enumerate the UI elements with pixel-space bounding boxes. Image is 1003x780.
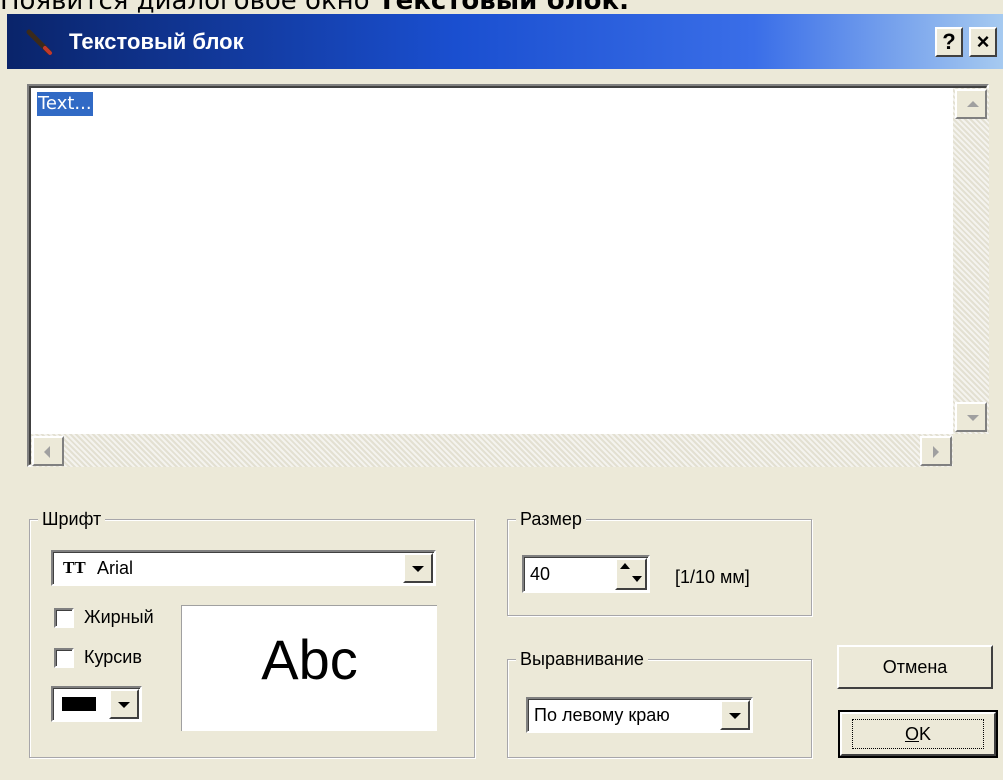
font-dropdown-button[interactable] <box>403 553 433 583</box>
down-arrow-icon <box>967 415 979 421</box>
text-editor[interactable]: Text... <box>27 84 989 467</box>
editor-selected-text[interactable]: Text... <box>37 92 93 116</box>
window-title: Текстовый блок <box>69 29 244 54</box>
cancel-button[interactable]: Отмена <box>837 645 993 689</box>
size-unit-label: [1/10 мм] <box>675 567 750 587</box>
scroll-up-button[interactable] <box>955 89 987 119</box>
scroll-right-button[interactable] <box>920 436 952 466</box>
scroll-down-button[interactable] <box>955 402 987 432</box>
spin-down-icon[interactable] <box>632 576 642 582</box>
vertical-scrollbar[interactable] <box>953 88 989 434</box>
focus-rect <box>852 719 984 749</box>
size-input[interactable]: 40 <box>530 558 550 590</box>
bold-label[interactable]: Жирный <box>84 606 154 628</box>
spin-up-icon[interactable] <box>620 563 630 569</box>
color-select[interactable] <box>51 686 142 722</box>
alignment-dropdown-button[interactable] <box>720 700 750 730</box>
text-editor-content[interactable]: Text... <box>31 88 953 434</box>
preview-text: Abc <box>261 628 358 691</box>
help-button[interactable]: ? <box>935 27 963 57</box>
close-button[interactable]: × <box>969 27 997 57</box>
alignment-select-value: По левому краю <box>534 705 670 725</box>
font-select[interactable]: TT Arial <box>51 550 436 586</box>
title-bar[interactable]: Текстовый блок ? × <box>7 14 1003 69</box>
left-arrow-icon <box>44 446 50 458</box>
scrollbar-corner <box>953 434 989 467</box>
right-arrow-icon <box>933 446 939 458</box>
italic-checkbox[interactable] <box>54 648 74 668</box>
pencil-icon <box>26 29 52 55</box>
font-select-value: Arial <box>97 558 134 578</box>
size-group-label: Размер <box>516 508 586 530</box>
horizontal-scrollbar[interactable] <box>31 434 953 467</box>
truetype-font-icon: TT <box>63 558 86 577</box>
alignment-select[interactable]: По левому краю <box>526 697 753 733</box>
chevron-down-icon <box>118 702 130 708</box>
size-spinner[interactable]: 40 <box>522 555 650 593</box>
color-swatch <box>62 697 96 711</box>
font-group-label: Шрифт <box>38 508 106 530</box>
scroll-left-button[interactable] <box>32 436 64 466</box>
italic-label[interactable]: Курсив <box>84 646 142 668</box>
spinner-buttons[interactable] <box>615 558 647 590</box>
color-dropdown-button[interactable] <box>109 689 139 719</box>
up-arrow-icon <box>967 101 979 107</box>
chevron-down-icon <box>412 566 424 572</box>
bold-checkbox[interactable] <box>54 608 74 628</box>
font-preview: Abc <box>181 605 437 731</box>
ok-button[interactable]: OK <box>838 710 998 758</box>
chevron-down-icon <box>729 713 741 719</box>
alignment-group-label: Выравнивание <box>516 648 648 670</box>
